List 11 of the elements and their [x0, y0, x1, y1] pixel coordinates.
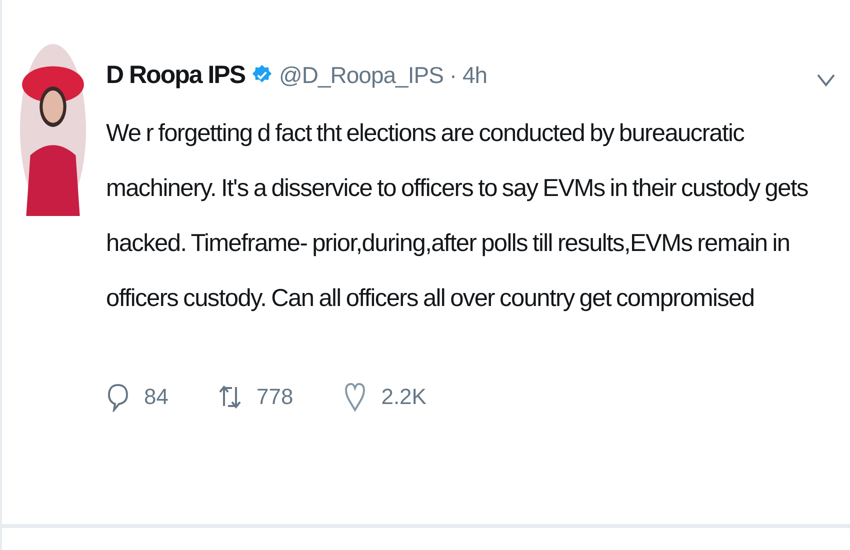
chevron-down-icon[interactable] — [816, 73, 836, 87]
author-handle[interactable]: @D_Roopa_IPS — [279, 62, 444, 88]
action-count: 778 — [256, 384, 294, 410]
heart-icon[interactable] — [343, 382, 368, 412]
timestamp[interactable]: · 4h — [449, 62, 488, 88]
author-name[interactable]: D Roopa IPS — [106, 60, 246, 90]
action-count: 84 — [144, 384, 168, 410]
action-count: 2.2K — [381, 384, 426, 410]
avatar[interactable] — [20, 44, 86, 216]
speech-bubble-icon[interactable] — [106, 382, 130, 412]
tweet-text: We r forgetting d fact tht elections are conducted by bureaucratic machinery. It's a disservice to officers to say EVMs in their custody gets hacked. Timeframe- prior,during,after polls till results,EVMs remain in officers custody. Can all officers all over country get compromised — [106, 119, 809, 314]
